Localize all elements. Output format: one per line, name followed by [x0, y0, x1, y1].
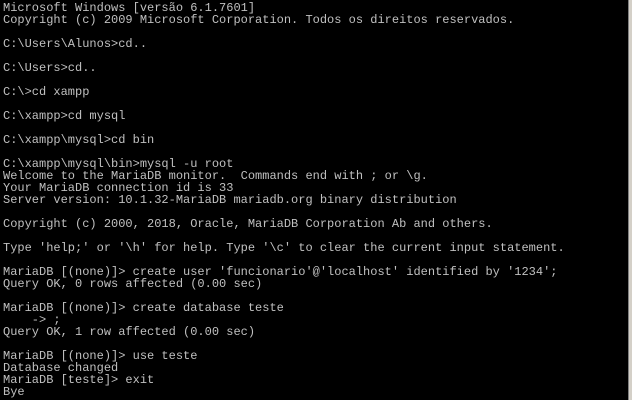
console-line: MariaDB [(none)]> use teste: [3, 350, 198, 362]
console-line: MariaDB [(none)]> create user 'funcionar…: [3, 266, 558, 278]
console-line: -> ;: [3, 314, 61, 326]
console-line: C:\Users\Alunos>cd..: [3, 38, 148, 50]
console-line: Type 'help;' or '\h' for help. Type '\c'…: [3, 242, 565, 254]
console-line: Your MariaDB connection id is 33: [3, 182, 234, 194]
console-line: Server version: 10.1.32-MariaDB mariadb.…: [3, 194, 457, 206]
console-line: C:\xampp\mysql>cd bin: [3, 134, 155, 146]
console-line: Bye: [3, 386, 25, 398]
console-line: Database changed: [3, 362, 119, 374]
console-line: MariaDB [(none)]> create database teste: [3, 302, 284, 314]
console-line: Copyright (c) 2000, 2018, Oracle, MariaD…: [3, 218, 493, 230]
console-line: C:\xampp>cd mysql: [3, 110, 126, 122]
console-window[interactable]: Microsoft Windows [versão 6.1.7601] Copy…: [0, 0, 628, 400]
console-line: Welcome to the MariaDB monitor. Commands…: [3, 170, 428, 182]
console-line: MariaDB [teste]> exit: [3, 374, 155, 386]
console-line: Copyright (c) 2009 Microsoft Corporation…: [3, 14, 515, 26]
console-line: Microsoft Windows [versão 6.1.7601]: [3, 2, 256, 14]
vertical-scrollbar[interactable]: [628, 0, 632, 400]
console-line: C:\xampp\mysql\bin>mysql -u root: [3, 158, 234, 170]
console-line: C:\>cd xampp: [3, 86, 90, 98]
console-line: C:\Users>cd..: [3, 62, 97, 74]
console-line: Query OK, 0 rows affected (0.00 sec): [3, 278, 263, 290]
console-line: Query OK, 1 row affected (0.00 sec): [3, 326, 256, 338]
